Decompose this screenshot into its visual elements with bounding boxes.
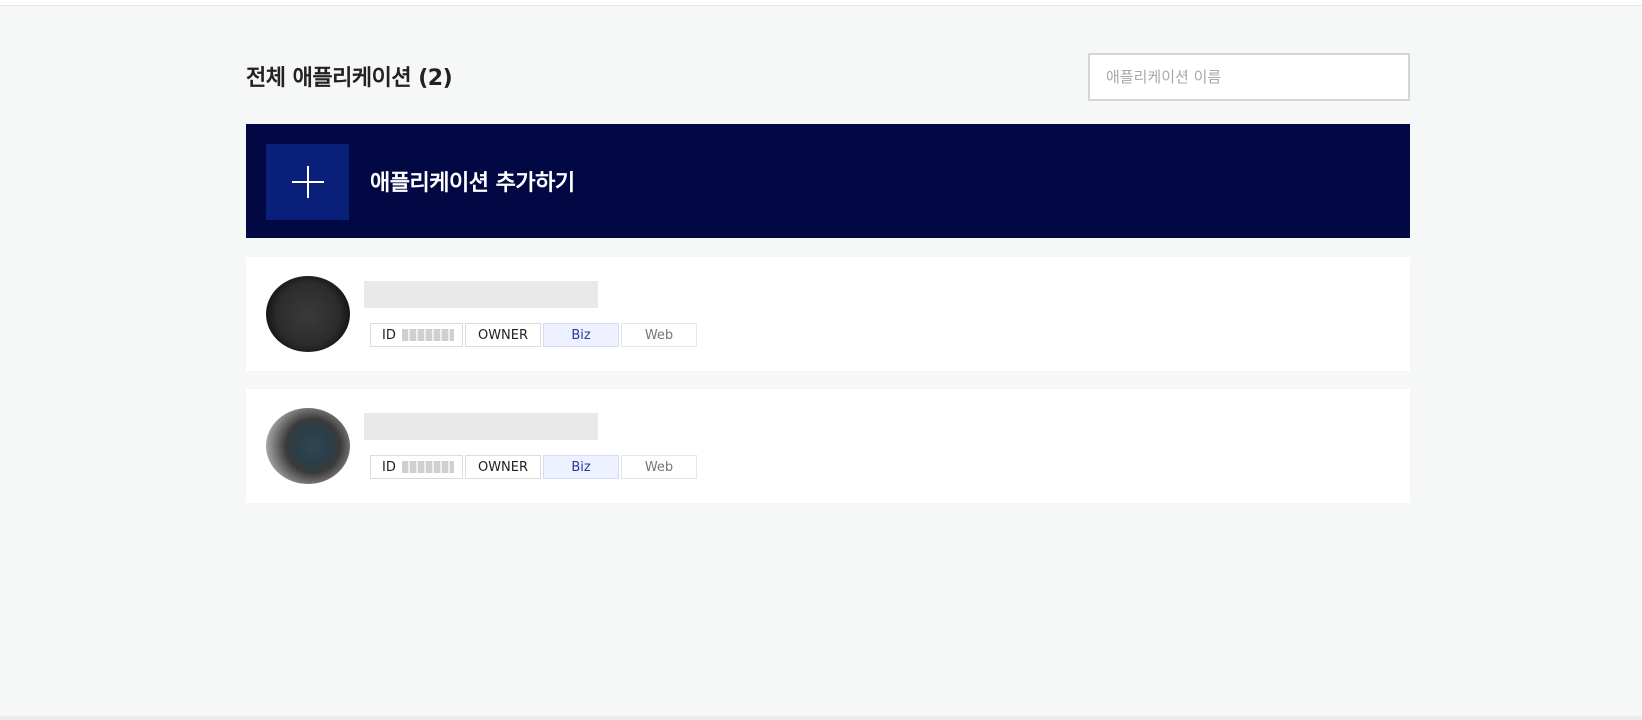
plus-icon	[266, 144, 349, 220]
platform-tag: Web	[621, 323, 697, 347]
search-field[interactable]	[1088, 53, 1410, 101]
application-card[interactable]: ID OWNER Biz Web	[246, 257, 1410, 371]
search-input[interactable]	[1090, 55, 1408, 99]
app-id-redacted	[401, 461, 454, 473]
role-tag: OWNER	[465, 323, 541, 347]
add-application-button[interactable]: 애플리케이션 추가하기	[246, 124, 1410, 238]
bottom-divider	[0, 716, 1642, 720]
add-application-label: 애플리케이션 추가하기	[370, 171, 575, 196]
platform-tag: Web	[621, 455, 697, 479]
top-divider	[0, 0, 1642, 6]
role-tag: OWNER	[465, 455, 541, 479]
app-id-tag: ID	[370, 323, 463, 347]
page-title: 전체 애플리케이션 (2)	[246, 66, 453, 91]
app-tags: ID OWNER Biz Web	[370, 455, 697, 479]
app-avatar	[266, 276, 350, 352]
app-id-label: ID	[382, 459, 396, 475]
app-avatar	[266, 408, 350, 484]
app-id-label: ID	[382, 327, 396, 343]
plan-tag: Biz	[543, 455, 619, 479]
app-name-redacted	[364, 413, 598, 440]
app-id-redacted	[401, 329, 454, 341]
application-card[interactable]: ID OWNER Biz Web	[246, 389, 1410, 503]
app-tags: ID OWNER Biz Web	[370, 323, 697, 347]
app-name-redacted	[364, 281, 598, 308]
plan-tag: Biz	[543, 323, 619, 347]
app-id-tag: ID	[370, 455, 463, 479]
